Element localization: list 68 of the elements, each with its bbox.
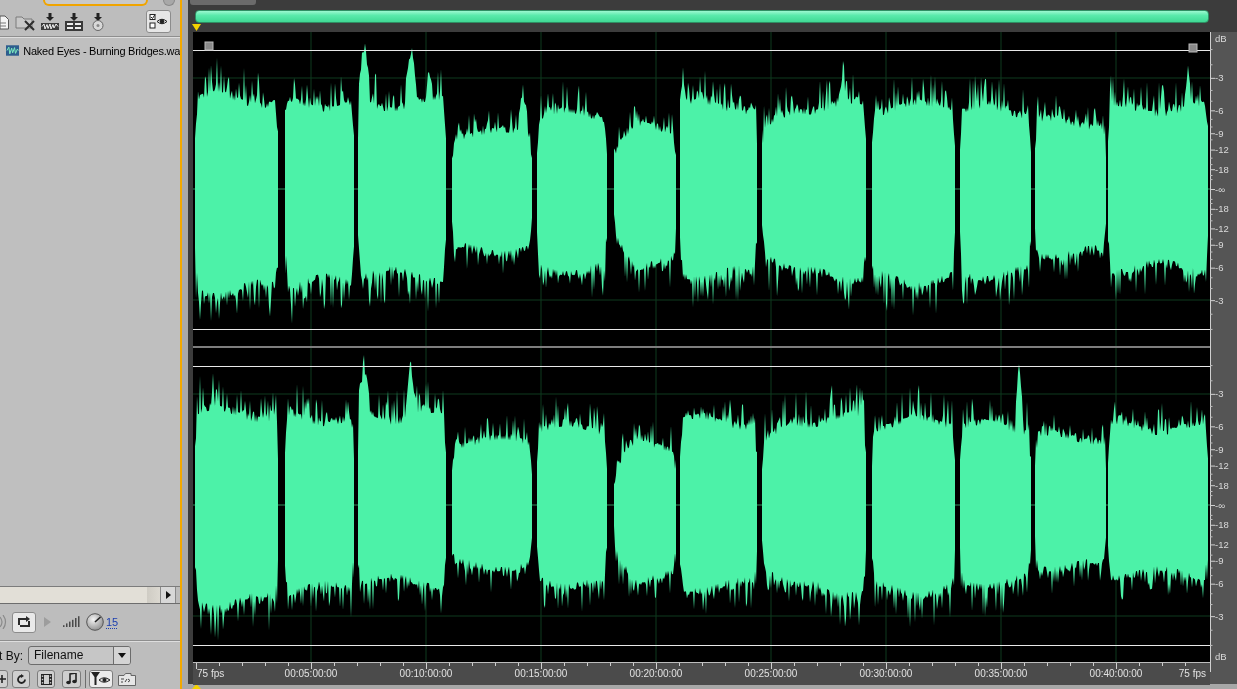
db-label: -∞: [1215, 183, 1225, 195]
frame-rate-label: 75 fps: [1178, 668, 1206, 679]
time-label: 00:05:00:00: [284, 668, 338, 679]
horizontal-scrollbar[interactable]: [0, 587, 160, 603]
db-label: -9: [1215, 127, 1224, 139]
db-label: -12: [1215, 144, 1229, 156]
db-label: -12: [1215, 538, 1229, 550]
envelope-handle[interactable]: [1188, 43, 1198, 53]
folder-prompt-icon[interactable]: [118, 672, 136, 686]
loop-filter-button[interactable]: [12, 670, 30, 688]
db-label: -∞: [1215, 499, 1225, 511]
document-icon[interactable]: [0, 13, 9, 30]
db-label: -6: [1215, 420, 1224, 432]
loop-button[interactable]: [12, 611, 36, 633]
envelope-handle[interactable]: [204, 41, 214, 51]
db-label: -12: [1215, 222, 1229, 234]
time-label: 00:20:00:00: [629, 668, 683, 679]
arrow-down-grid-icon[interactable]: [65, 12, 83, 31]
filter-view-button[interactable]: [89, 670, 113, 688]
play-icon: [44, 617, 51, 627]
db-label: -18: [1215, 203, 1229, 215]
file-name: Naked Eyes - Burning Bridges.wa: [23, 44, 180, 57]
time-label: 00:40:00:00: [1089, 668, 1143, 679]
frame-rate-label: 75 fps: [197, 668, 225, 679]
music-note-icon: [66, 673, 77, 685]
db-label: -3: [1215, 72, 1224, 84]
db-label: -9: [1215, 443, 1224, 455]
scroll-right-button[interactable]: [160, 587, 176, 603]
time-label: 00:30:00:00: [859, 668, 913, 679]
db-label: -18: [1215, 163, 1229, 175]
db-label: -3: [1215, 294, 1224, 306]
time-label: 00:25:00:00: [744, 668, 798, 679]
db-label: -6: [1215, 104, 1224, 116]
arrow-down-disc-icon[interactable]: [89, 12, 107, 31]
db-unit-label: dB: [1215, 33, 1227, 44]
file-item[interactable]: Naked Eyes - Burning Bridges.wa: [0, 43, 180, 58]
overview-range-bar[interactable]: [195, 9, 1209, 23]
db-label: -18: [1215, 479, 1229, 491]
db-label: -9: [1215, 239, 1224, 251]
sort-dropdown[interactable]: Filename: [28, 646, 131, 665]
loop-icon: [15, 673, 27, 685]
db-label: -3: [1215, 610, 1224, 622]
db-unit-label: dB: [1215, 651, 1227, 662]
plus-icon: [0, 675, 6, 683]
time-label: 00:15:00:00: [514, 668, 568, 679]
db-label: -3: [1215, 388, 1224, 400]
right-arrow-icon: [165, 591, 171, 599]
loop-icon: [17, 616, 31, 628]
sort-by-label: t By:: [0, 648, 23, 663]
db-label: -18: [1215, 519, 1229, 531]
video-filter-button[interactable]: [37, 670, 55, 688]
audio-file-icon: [6, 45, 20, 56]
view-toggle-button[interactable]: [146, 10, 171, 33]
checkbox-eye-icon: [149, 12, 168, 31]
audio-filter-button[interactable]: [62, 670, 81, 688]
db-label: -12: [1215, 460, 1229, 472]
db-label: -9: [1215, 555, 1224, 567]
time-label: 00:35:00:00: [974, 668, 1028, 679]
volume-bars-icon: [63, 616, 81, 628]
time-label: 00:10:00:00: [399, 668, 453, 679]
funnel-eye-icon: [91, 672, 111, 686]
volume-knob-icon[interactable]: [86, 613, 104, 631]
arrow-down-waveform-icon[interactable]: [41, 12, 59, 31]
caret-icon: [118, 653, 126, 658]
db-label: -6: [1215, 262, 1224, 274]
volume-value-link[interactable]: 15: [106, 616, 119, 628]
db-label: -6: [1215, 578, 1224, 590]
film-icon: [40, 673, 52, 685]
